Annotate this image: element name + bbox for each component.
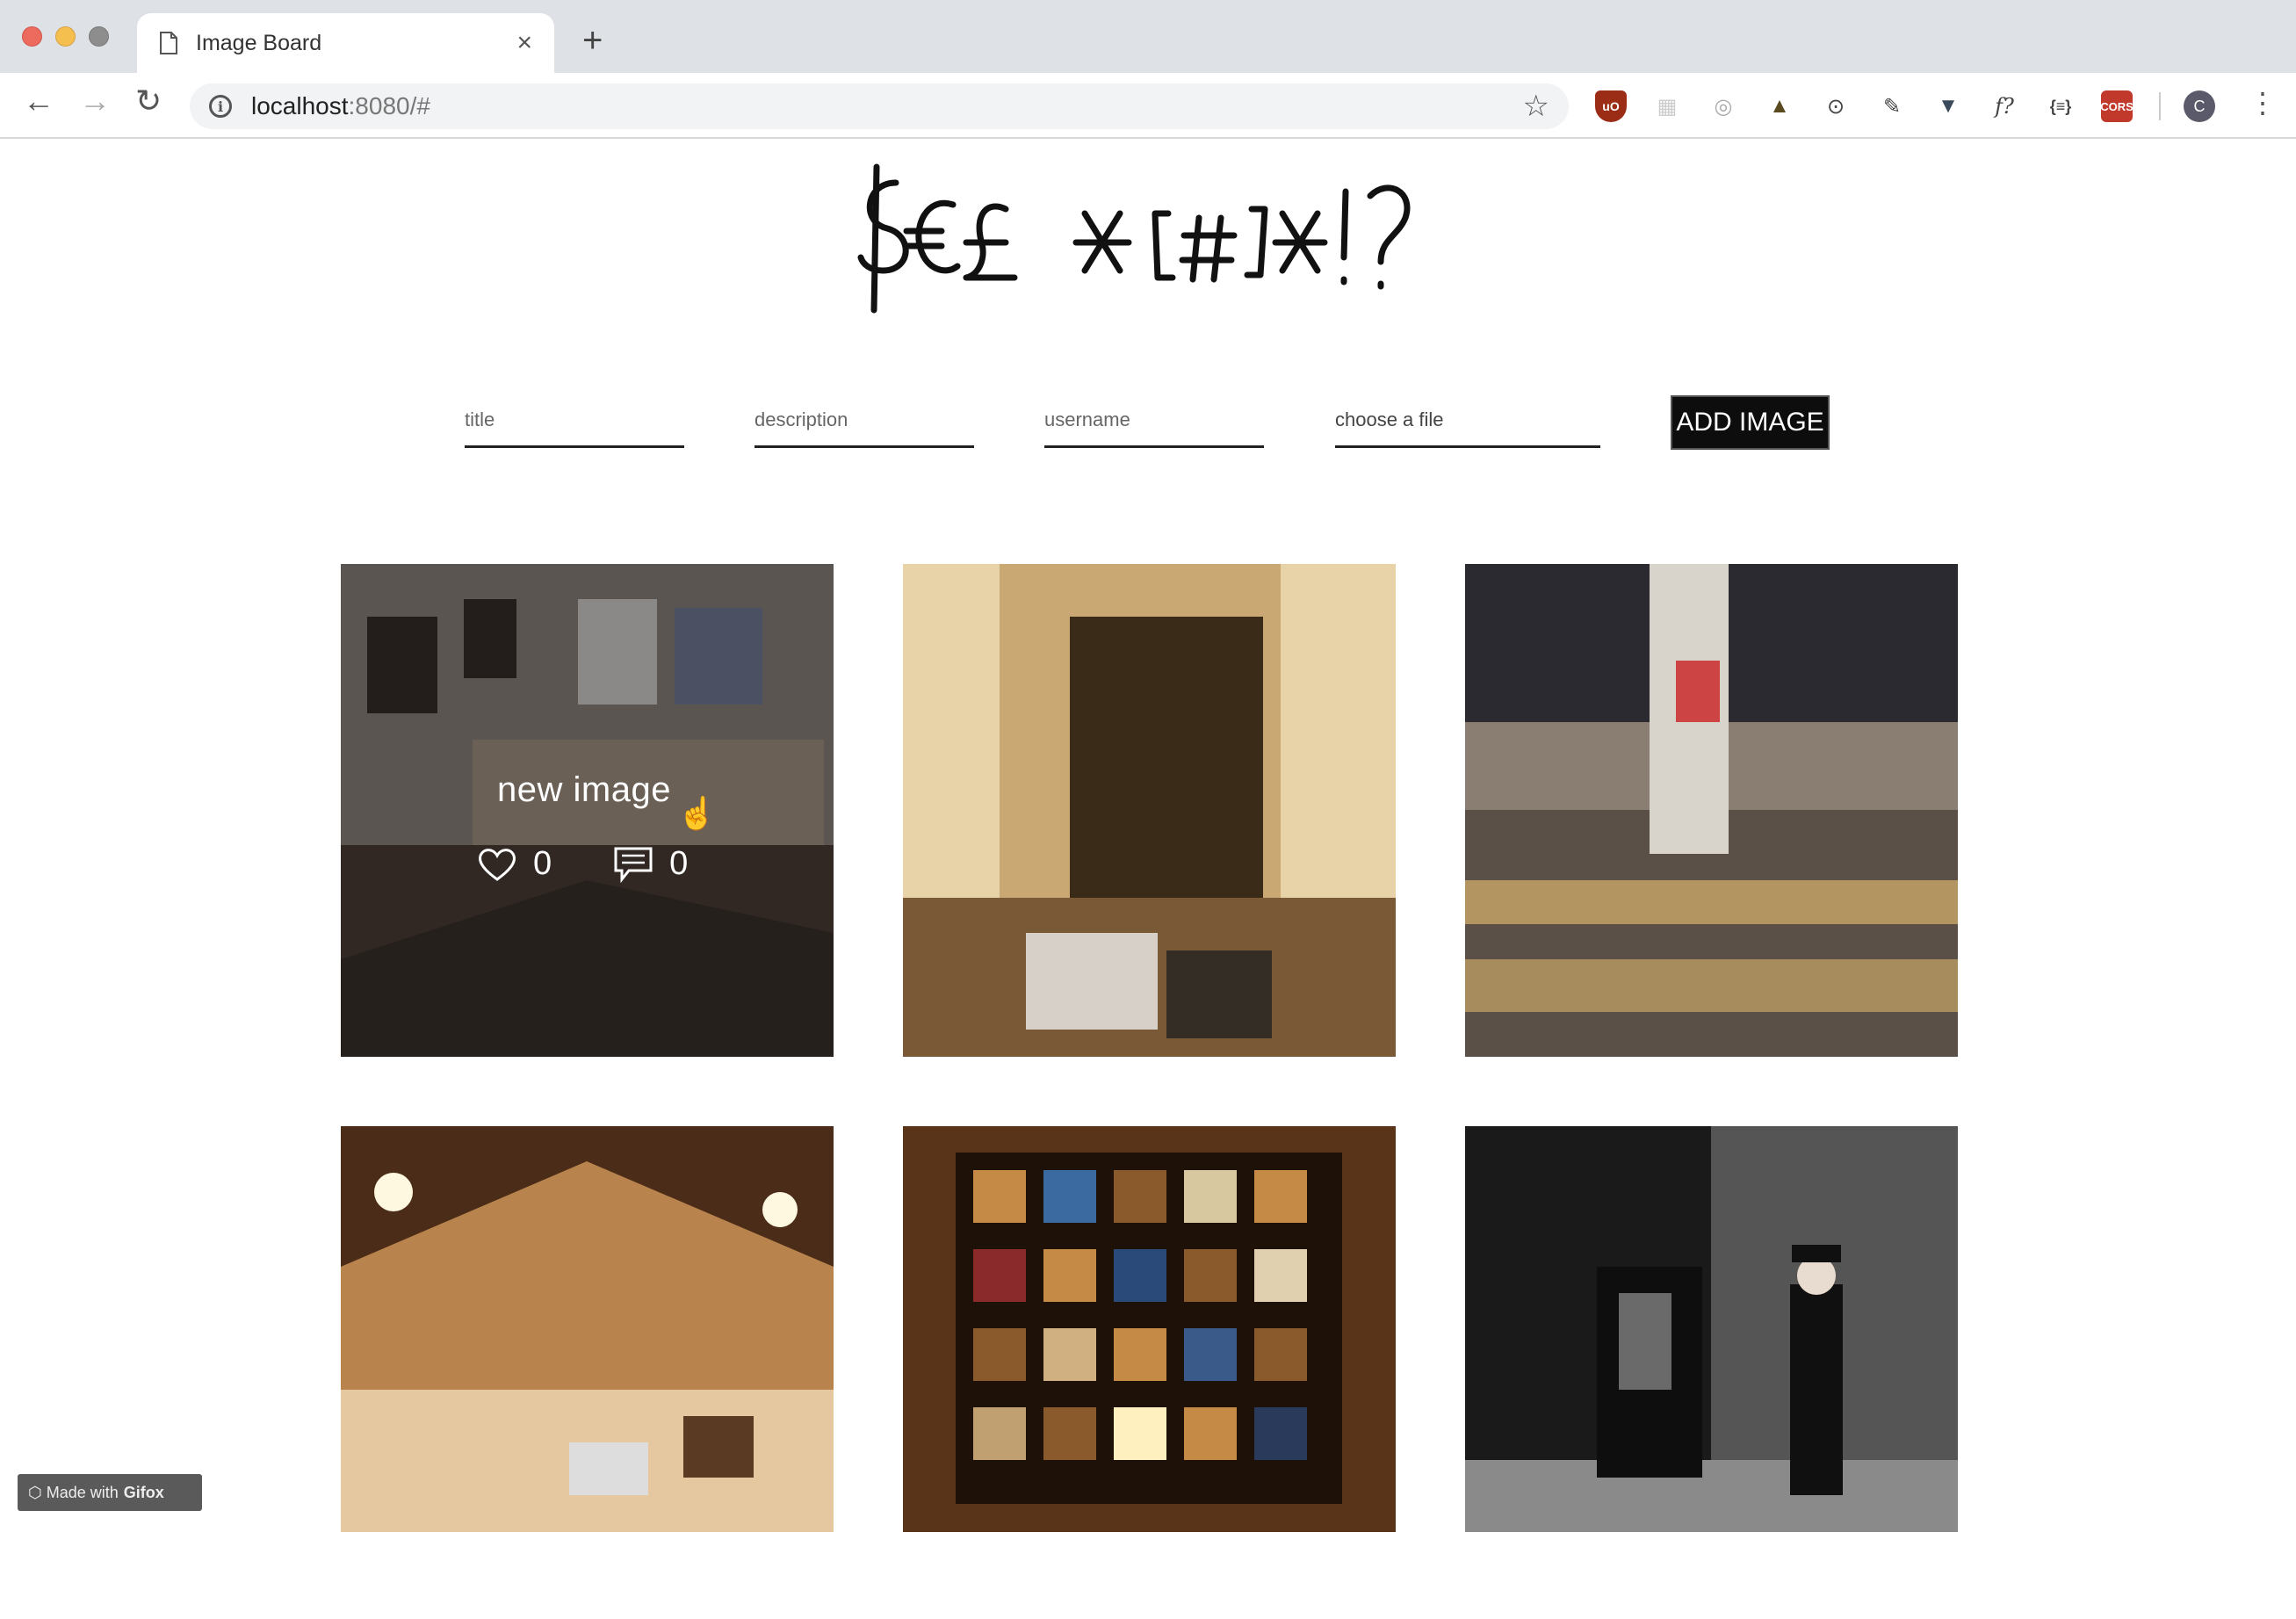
bookmark-star-icon[interactable]: ☆	[1523, 89, 1549, 124]
pointer-cursor-icon: ☝	[677, 795, 717, 831]
image-card[interactable]: new image 0 0 ☝	[341, 564, 834, 1057]
image-card[interactable]	[903, 564, 1396, 1057]
json-viewer-icon[interactable]: {≡}	[2045, 90, 2076, 122]
new-tab-button[interactable]: +	[582, 23, 603, 58]
browser-toolbar: ← → ↻ i localhost:8080/# ☆ uO ▦ ◎ ▲ ⊙ ✎ …	[0, 73, 2296, 139]
extension-circle-icon[interactable]: ◎	[1708, 90, 1739, 122]
menu-kebab-icon[interactable]: ⋮	[2249, 89, 2277, 117]
likes-count: 0	[533, 845, 552, 882]
tab-close-icon[interactable]: ×	[516, 30, 532, 56]
site-logo	[857, 163, 1411, 314]
vue-devtools-icon[interactable]: ▼	[1932, 90, 1964, 122]
image-card[interactable]	[1465, 1126, 1958, 1619]
extension-grid-icon[interactable]: ▦	[1651, 90, 1683, 122]
card-image	[903, 564, 1396, 1057]
gifox-prefix: Made with	[46, 1483, 119, 1501]
card-hover-overlay	[341, 564, 834, 1057]
toolbar-separator	[2159, 92, 2161, 120]
profile-avatar[interactable]: C	[2184, 90, 2215, 122]
card-title: new image	[497, 770, 671, 809]
url-text[interactable]: localhost:8080/#	[251, 92, 1523, 120]
ublock-icon[interactable]: uO	[1595, 90, 1627, 122]
window-controls	[22, 26, 109, 47]
description-field[interactable]	[755, 394, 974, 448]
title-input[interactable]	[465, 408, 684, 431]
card-image	[1465, 1126, 1958, 1532]
gifox-brand: Gifox	[123, 1483, 164, 1501]
forward-icon[interactable]: →	[79, 85, 111, 117]
minimize-window-button[interactable]	[55, 26, 76, 47]
description-input[interactable]	[755, 408, 974, 431]
page-content: choose a file ADD IMAGE new image 0 0 ☝	[0, 139, 2296, 1532]
comments-count: 0	[669, 845, 689, 882]
extension-braces-icon[interactable]: ⊙	[1820, 90, 1852, 122]
card-image	[1465, 564, 1958, 1057]
cors-extension-icon[interactable]: CORS	[2100, 90, 2134, 122]
card-stats: 0 0	[477, 845, 749, 883]
address-bar[interactable]: i localhost:8080/# ☆	[190, 83, 1569, 129]
title-field[interactable]	[465, 394, 684, 448]
eyedropper-icon[interactable]: ✎	[1876, 90, 1908, 122]
card-image	[341, 1126, 834, 1532]
browser-tab[interactable]: Image Board ×	[137, 13, 554, 73]
heart-icon[interactable]	[477, 847, 517, 882]
file-input-label[interactable]: choose a file	[1335, 408, 1444, 431]
url-host: localhost	[251, 92, 349, 119]
image-card[interactable]	[341, 1126, 834, 1619]
extension-mountain-icon[interactable]: ▲	[1764, 90, 1795, 122]
close-window-button[interactable]	[22, 26, 42, 47]
font-extension-icon[interactable]: f?	[1989, 90, 2020, 122]
username-input[interactable]	[1044, 408, 1264, 431]
image-card[interactable]	[1465, 564, 1958, 1057]
back-icon[interactable]: ←	[23, 85, 54, 117]
reload-icon[interactable]: ↻	[135, 85, 162, 117]
url-path: :8080/#	[348, 92, 430, 119]
comment-icon[interactable]	[613, 846, 653, 883]
gifox-badge[interactable]: ⬡ Made with Gifox	[18, 1474, 202, 1511]
image-card[interactable]	[903, 1126, 1396, 1619]
gifox-fox-icon: ⬡	[28, 1483, 42, 1501]
browser-tabstrip: Image Board × +	[0, 0, 2296, 73]
add-image-button[interactable]: ADD IMAGE	[1671, 395, 1830, 450]
tab-title: Image Board	[196, 30, 322, 55]
username-field[interactable]	[1044, 394, 1264, 448]
page-icon	[160, 32, 177, 54]
card-image	[903, 1126, 1396, 1532]
file-field[interactable]: choose a file	[1335, 394, 1600, 448]
record-shelf-grid	[956, 1153, 1342, 1504]
maximize-window-button[interactable]	[89, 26, 109, 47]
info-icon[interactable]: i	[209, 95, 232, 118]
